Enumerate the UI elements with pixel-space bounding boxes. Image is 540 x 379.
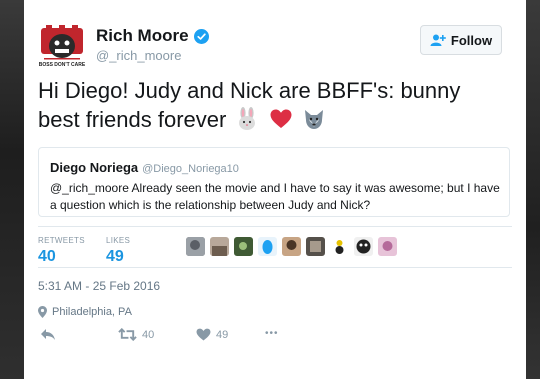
avatar[interactable]: BOSS DON'T CARE: [38, 22, 86, 70]
tweet-timestamp[interactable]: 5:31 AM - 25 Feb 2016: [38, 279, 160, 293]
location-pin-icon: [38, 306, 47, 318]
divider: [38, 226, 512, 227]
like-count: 49: [216, 328, 229, 341]
background-left: [0, 0, 24, 379]
likes-stat[interactable]: LIKES 49: [106, 236, 130, 266]
more-options-icon: •••: [265, 328, 279, 339]
more-options-button[interactable]: •••: [260, 328, 279, 339]
quoted-tweet-text: @_rich_moore Already seen the movie and …: [50, 181, 500, 212]
liker-avatar[interactable]: [282, 237, 301, 256]
liker-avatar[interactable]: [354, 237, 373, 256]
like-button[interactable]: 49: [196, 328, 228, 341]
liker-avatar[interactable]: [186, 237, 205, 256]
quoted-tweet[interactable]: Diego Noriega @Diego_Noriega10 @_rich_mo…: [38, 147, 510, 217]
likers-avatars: [186, 237, 402, 256]
tweet-text: Hi Diego! Judy and Nick are BBFF's: bunn…: [38, 76, 508, 134]
red-heart-icon: [270, 109, 292, 128]
quoted-author-handle: @Diego_Noriega10: [142, 163, 239, 175]
wolf-face-icon: [304, 110, 323, 129]
quoted-author-name: Diego Noriega: [50, 160, 139, 175]
author-name[interactable]: Rich Moore: [96, 26, 189, 46]
likes-count: 49: [106, 248, 124, 265]
tweet-card: BOSS DON'T CARE Rich Moore @_rich_moore …: [24, 0, 526, 379]
divider: [38, 267, 512, 268]
author-name-row: Rich Moore: [96, 26, 209, 46]
avatar-image: BOSS DON'T CARE: [38, 22, 86, 70]
retweet-icon: [118, 328, 137, 341]
retweets-label: RETWEETS: [38, 236, 85, 245]
follow-button-label: Follow: [450, 32, 493, 48]
reply-button[interactable]: [40, 328, 56, 341]
liker-avatar[interactable]: [258, 237, 277, 256]
retweet-count: 40: [142, 328, 155, 341]
avatar-caption: BOSS DON'T CARE: [39, 62, 86, 68]
background-right: [526, 0, 540, 379]
retweets-count: 40: [38, 248, 56, 265]
quoted-tweet-header: Diego Noriega @Diego_Noriega10: [50, 160, 239, 175]
heart-icon: [196, 328, 211, 341]
liker-avatar[interactable]: [330, 237, 349, 256]
rabbit-face-icon: [239, 107, 256, 130]
verified-badge-icon: [193, 28, 209, 44]
liker-avatar[interactable]: [306, 237, 325, 256]
retweet-button[interactable]: 40: [118, 328, 154, 341]
likes-label: LIKES: [106, 236, 131, 245]
location-label: Philadelphia, PA: [52, 306, 132, 318]
liker-avatar[interactable]: [378, 237, 397, 256]
tweet-location[interactable]: Philadelphia, PA: [38, 306, 132, 318]
follow-button[interactable]: Follow: [420, 25, 502, 55]
tweet-actions: 40 49 •••: [38, 328, 288, 348]
liker-avatar[interactable]: [234, 237, 253, 256]
liker-avatar[interactable]: [210, 237, 229, 256]
author-handle[interactable]: @_rich_moore: [96, 48, 181, 63]
retweets-stat[interactable]: RETWEETS 40: [38, 236, 85, 266]
add-user-icon: [430, 34, 446, 46]
reply-icon: [41, 329, 55, 340]
